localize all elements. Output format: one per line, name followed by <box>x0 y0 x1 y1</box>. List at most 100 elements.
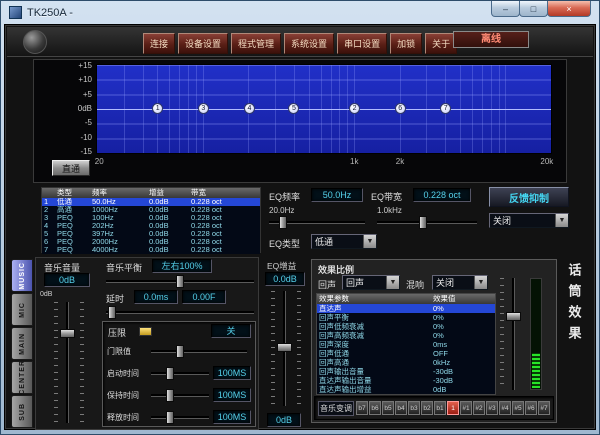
compressor-slider[interactable] <box>151 367 209 380</box>
bypass-button[interactable]: 直通 <box>52 160 90 176</box>
slider-thumb[interactable] <box>166 367 174 380</box>
eq-gain-fader[interactable] <box>277 291 292 406</box>
fader-thumb[interactable] <box>506 312 521 321</box>
eq-controls-section: 类型 频率 增益 带宽 1 低通 50.0Hz 0.0dB 0.228 oct <box>33 187 567 255</box>
slider-thumb[interactable] <box>176 275 184 288</box>
eq-table-row[interactable]: 3 PEQ 100Hz 0.0dB 0.228 oct <box>42 214 260 222</box>
effects-table-row[interactable]: 回声深度 0ms <box>317 340 495 349</box>
menu-button[interactable]: 串口设置 <box>337 33 387 54</box>
pitch-button[interactable]: b1 <box>434 401 446 415</box>
eq-type-select[interactable]: 低通 ▼ <box>311 234 377 249</box>
slider-thumb[interactable] <box>108 306 116 319</box>
compressor-row: 启动时间 100MS <box>103 362 255 384</box>
channel-tab[interactable]: MIC <box>11 293 33 326</box>
chevron-down-icon: ▼ <box>363 235 376 248</box>
volume-scale-ticks <box>80 302 84 423</box>
slider-thumb[interactable] <box>279 216 287 229</box>
effects-table-row[interactable]: 回声低通 OFF <box>317 349 495 358</box>
eq-gain-column: EQ增益 0.0dB 0dB <box>263 257 307 430</box>
eq-table-row[interactable]: 5 PEQ 397Hz 0.0dB 0.228 oct <box>42 230 260 238</box>
compressor-slider[interactable] <box>151 389 209 402</box>
pitch-button[interactable]: #2 <box>473 401 485 415</box>
y-axis-label: +10 <box>64 76 92 84</box>
effects-table-row[interactable]: 回声低频衰减 0% <box>317 322 495 331</box>
eq-table-row[interactable]: 4 PEQ 202Hz 0.0dB 0.228 oct <box>42 222 260 230</box>
music-volume-fader[interactable] <box>60 302 75 423</box>
close-button[interactable]: × <box>547 1 591 17</box>
compressor-toggle[interactable] <box>139 327 152 336</box>
eq-band-marker[interactable]: 4 <box>244 103 255 114</box>
eq-band-marker[interactable]: 7 <box>440 103 451 114</box>
pitch-button[interactable]: b6 <box>369 401 381 415</box>
eq-band-marker[interactable]: 3 <box>198 103 209 114</box>
eq-band-marker[interactable]: 1 <box>152 103 163 114</box>
slider-thumb[interactable] <box>166 411 174 424</box>
offline-status-badge: 离线 <box>453 31 529 48</box>
eq-table-row[interactable]: 7 PEQ 4000Hz 0.0dB 0.228 oct <box>42 246 260 254</box>
compressor-slider[interactable] <box>151 345 247 358</box>
chevron-down-icon: ▼ <box>555 214 568 227</box>
eq-table-row[interactable]: 2 高通 1000Hz 0.0dB 0.228 oct <box>42 206 260 214</box>
feedback-mode-select[interactable]: 关闭 ▼ <box>489 213 569 228</box>
pitch-button[interactable]: #4 <box>499 401 511 415</box>
effects-table-row[interactable]: 直达声输出音量 -30dB <box>317 376 495 385</box>
compressor-slider[interactable] <box>151 411 209 424</box>
effects-table-row[interactable]: 回声输出音量 -30dB <box>317 367 495 376</box>
eq-freq-slider[interactable] <box>269 216 365 229</box>
slider-thumb[interactable] <box>176 345 184 358</box>
delay-slider[interactable] <box>106 306 254 319</box>
channel-tab[interactable]: MAIN <box>11 327 33 360</box>
titlebar[interactable]: TK250A - – □ × <box>1 1 599 24</box>
eq-band-marker[interactable]: 6 <box>395 103 406 114</box>
pitch-button[interactable]: b7 <box>356 401 368 415</box>
menu-button[interactable]: 设备设置 <box>178 33 228 54</box>
channel-tab[interactable]: CENTER <box>11 361 33 394</box>
graph-x-axis: 201k2k20k <box>96 157 552 167</box>
effects-table-row[interactable]: 回声平衡 0% <box>317 313 495 322</box>
menu-button[interactable]: 连接 <box>143 33 175 54</box>
menu-button[interactable]: 系统设置 <box>284 33 334 54</box>
effects-table-row[interactable]: 回声高频衰减 0% <box>317 331 495 340</box>
pitch-button[interactable]: #3 <box>486 401 498 415</box>
pitch-button[interactable]: b2 <box>421 401 433 415</box>
music-balance-slider[interactable] <box>106 275 254 288</box>
pitch-button[interactable]: #7 <box>538 401 550 415</box>
effect-level-fader[interactable] <box>506 278 521 390</box>
delay-feet-value: 0.00F <box>182 290 226 304</box>
eq-table-row[interactable]: 1 低通 50.0Hz 0.0dB 0.228 oct <box>42 198 260 206</box>
reverb-select[interactable]: 关闭 ▼ <box>432 275 488 290</box>
echo-select[interactable]: 回声 ▼ <box>342 275 400 290</box>
compressor-row: 门限值 <box>103 340 255 362</box>
pitch-button[interactable]: #1 <box>460 401 472 415</box>
pitch-button[interactable]: b4 <box>395 401 407 415</box>
pitch-button[interactable]: #6 <box>525 401 537 415</box>
pitch-button[interactable]: b5 <box>382 401 394 415</box>
effects-table-row[interactable]: 直达声 0% <box>317 304 495 313</box>
window-title: TK250A - <box>27 7 73 19</box>
eq-table-row[interactable]: 6 PEQ 2000Hz 0.0dB 0.228 oct <box>42 238 260 246</box>
menu-button[interactable]: 程式管理 <box>231 33 281 54</box>
slider-thumb[interactable] <box>419 216 427 229</box>
pitch-button[interactable]: #5 <box>512 401 524 415</box>
eq-type-label: EQ类型 <box>269 237 300 250</box>
minimize-button[interactable]: – <box>491 1 520 17</box>
app-icon[interactable] <box>9 6 22 19</box>
effects-table-row[interactable]: 直达声输出增益 0dB <box>317 385 495 394</box>
pitch-button[interactable]: b3 <box>408 401 420 415</box>
fader-thumb[interactable] <box>60 329 75 338</box>
menu-button[interactable]: 加锁 <box>390 33 422 54</box>
pitch-button[interactable]: 1 <box>447 401 459 415</box>
eq-band-marker[interactable]: 5 <box>288 103 299 114</box>
effects-table-row[interactable]: 回声高通 0kHz <box>317 358 495 367</box>
channel-tab[interactable]: SUB <box>11 395 33 428</box>
maximize-button[interactable]: □ <box>519 1 548 17</box>
effects-panel: 效果比例 回声 回声 ▼ 混响 关闭 ▼ 效果参数 效果值 <box>311 259 557 423</box>
eq-bw-slider[interactable] <box>377 216 477 229</box>
channel-tab[interactable]: MUSIC <box>11 259 33 292</box>
feedback-suppress-button[interactable]: 反馈抑制 <box>489 187 569 207</box>
volume-scale-ticks <box>54 302 58 423</box>
menu-bar: 连接设备设置程式管理系统设置串口设置加锁关于 离线 <box>7 27 593 57</box>
slider-thumb[interactable] <box>166 389 174 402</box>
fader-thumb[interactable] <box>277 343 292 352</box>
eq-band-marker[interactable]: 2 <box>349 103 360 114</box>
